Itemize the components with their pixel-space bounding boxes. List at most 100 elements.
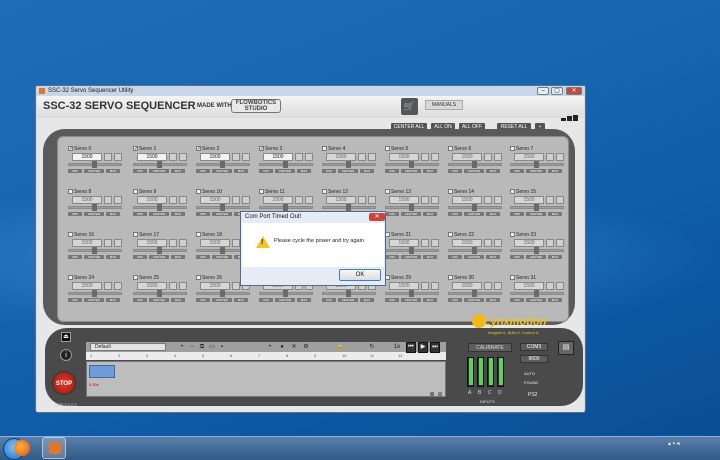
record-icon[interactable]: ●	[278, 343, 286, 351]
servo-min-button[interactable]: MIN	[385, 255, 399, 259]
spin-icon[interactable]	[421, 239, 429, 247]
spin-icon[interactable]	[242, 153, 250, 161]
servo-value-input[interactable]: 1500	[326, 196, 356, 204]
servo-center-button[interactable]: CENTER	[401, 212, 421, 216]
servo-max-button[interactable]: MAX	[106, 255, 120, 259]
servo-value-input[interactable]: 1500	[72, 196, 102, 204]
servo-max-button[interactable]: MAX	[297, 298, 311, 302]
servo-max-button[interactable]: MAX	[360, 298, 374, 302]
servo-max-button[interactable]: MAX	[360, 169, 374, 173]
spin-icon[interactable]	[556, 153, 564, 161]
spin-icon[interactable]	[179, 153, 187, 161]
dialog-ok-button[interactable]: OK	[339, 269, 381, 281]
spin-icon[interactable]	[484, 196, 492, 204]
spin-icon[interactable]	[305, 153, 313, 161]
servo-max-button[interactable]: MAX	[486, 169, 500, 173]
servo-min-button[interactable]: MIN	[259, 298, 273, 302]
spin-icon[interactable]	[484, 153, 492, 161]
servo-value-input[interactable]: 1500	[200, 239, 230, 247]
add-icon[interactable]: +	[178, 343, 186, 351]
servo-center-button[interactable]: CENTER	[84, 255, 104, 259]
sequence-area[interactable]: 0.00s	[86, 361, 446, 397]
servo-min-button[interactable]: MIN	[322, 169, 336, 173]
servo-value-input[interactable]: 1500	[389, 282, 419, 290]
servo-center-button[interactable]: CENTER	[149, 298, 169, 302]
servo-slider-knob[interactable]	[283, 161, 288, 168]
servo-checkbox[interactable]	[448, 189, 453, 195]
servo-max-button[interactable]: MAX	[486, 212, 500, 216]
servo-max-button[interactable]: MAX	[106, 298, 120, 302]
servo-min-button[interactable]: MIN	[68, 255, 82, 259]
servo-center-button[interactable]: CENTER	[84, 298, 104, 302]
servo-center-button[interactable]: CENTER	[464, 298, 484, 302]
upload-icon[interactable]: ▤	[558, 341, 574, 355]
play-button[interactable]: ▶	[418, 342, 428, 353]
servo-center-button[interactable]: CENTER	[401, 169, 421, 173]
servo-value-input[interactable]: 1500	[263, 196, 293, 204]
servo-checkbox[interactable]	[133, 189, 138, 195]
servo-max-button[interactable]: MAX	[486, 298, 500, 302]
servo-max-button[interactable]: MAX	[234, 169, 248, 173]
servo-center-button[interactable]: CENTER	[275, 169, 295, 173]
servo-value-input[interactable]: 1500	[389, 196, 419, 204]
spin-icon[interactable]	[546, 239, 554, 247]
servo-checkbox[interactable]: ✓	[133, 146, 138, 152]
servo-value-input[interactable]: 1500	[326, 153, 356, 161]
maximize-button[interactable]: ▢	[551, 87, 563, 95]
servo-slider-knob[interactable]	[534, 290, 539, 297]
servo-min-button[interactable]: MIN	[133, 255, 147, 259]
dialog-close-button[interactable]: ✕	[369, 213, 385, 221]
spin-icon[interactable]	[104, 239, 112, 247]
add-step-icon[interactable]: +	[266, 343, 274, 351]
spin-icon[interactable]	[179, 196, 187, 204]
servo-min-button[interactable]: MIN	[448, 298, 462, 302]
servo-slider-knob[interactable]	[346, 161, 351, 168]
servo-max-button[interactable]: MAX	[423, 255, 437, 259]
servo-checkbox[interactable]	[510, 232, 515, 238]
servo-slider-knob[interactable]	[346, 290, 351, 297]
system-tray[interactable]: ▴ ▪ ◂	[668, 440, 718, 456]
servo-min-button[interactable]: MIN	[196, 212, 210, 216]
spin-icon[interactable]	[104, 196, 112, 204]
lock-icon[interactable]: 🔒	[336, 343, 344, 351]
spin-icon[interactable]	[179, 282, 187, 290]
spin-icon[interactable]	[114, 282, 122, 290]
zoom-out-icon[interactable]: ⊖	[436, 391, 444, 399]
servo-slider-knob[interactable]	[157, 290, 162, 297]
servo-center-button[interactable]: CENTER	[212, 255, 232, 259]
servo-center-button[interactable]: CENTER	[84, 169, 104, 173]
spin-icon[interactable]	[104, 282, 112, 290]
servo-value-input[interactable]: 1500	[72, 282, 102, 290]
com-port-select[interactable]: COM3	[520, 343, 548, 351]
servo-checkbox[interactable]	[385, 146, 390, 152]
info-icon[interactable]: i	[60, 349, 72, 361]
servo-value-input[interactable]: 1500	[200, 282, 230, 290]
spin-icon[interactable]	[169, 196, 177, 204]
servo-max-button[interactable]: MAX	[423, 212, 437, 216]
servo-slider-knob[interactable]	[472, 161, 477, 168]
spin-icon[interactable]	[431, 239, 439, 247]
servo-value-input[interactable]: 1500	[137, 153, 167, 161]
spin-icon[interactable]	[421, 282, 429, 290]
spin-icon[interactable]	[114, 196, 122, 204]
servo-checkbox[interactable]	[385, 189, 390, 195]
servo-min-button[interactable]: MIN	[448, 169, 462, 173]
servo-min-button[interactable]: MIN	[448, 212, 462, 216]
spin-icon[interactable]	[368, 196, 376, 204]
servo-slider-knob[interactable]	[157, 247, 162, 254]
servo-max-button[interactable]: MAX	[486, 255, 500, 259]
servo-max-button[interactable]: MAX	[171, 255, 185, 259]
servo-slider-knob[interactable]	[472, 290, 477, 297]
servo-checkbox[interactable]	[510, 275, 515, 281]
servo-slider-knob[interactable]	[409, 161, 414, 168]
manuals-button[interactable]: MANUALS	[425, 100, 463, 110]
servo-center-button[interactable]: CENTER	[526, 255, 546, 259]
servo-slider-knob[interactable]	[534, 204, 539, 211]
servo-checkbox[interactable]	[322, 146, 327, 152]
spin-icon[interactable]	[232, 282, 240, 290]
servo-slider-knob[interactable]	[92, 290, 97, 297]
remove-icon[interactable]: −	[188, 343, 196, 351]
servo-min-button[interactable]: MIN	[510, 255, 524, 259]
servo-slider-knob[interactable]	[157, 161, 162, 168]
servo-checkbox[interactable]	[510, 146, 515, 152]
